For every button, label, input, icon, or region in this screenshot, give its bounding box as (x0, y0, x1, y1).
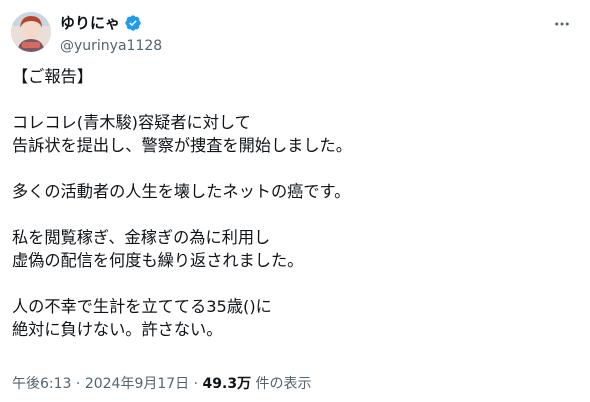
views-count: 49.3万 (202, 376, 252, 392)
author-handle[interactable]: @yurinya1128 (60, 37, 162, 55)
post-text-line: 多くの活動者の人生を壊したネットの癌です。 (12, 182, 351, 201)
post: ゆりにゃ @yurinya1128 【ご報告】 コレコレ(青木駿)容疑者に対して… (0, 0, 590, 402)
more-options-button[interactable] (552, 14, 572, 34)
author-name-row: ゆりにゃ (60, 13, 162, 33)
post-text-blank-line (12, 203, 572, 226)
post-text-line: 絶対に負けない。許さない。 (12, 320, 223, 339)
meta-separator: · (75, 376, 81, 392)
post-meta: 午後6:13 · 2024年9月17日 · 49.3万 件の表示 (12, 374, 312, 394)
verified-badge-icon[interactable] (124, 14, 142, 32)
post-text-line: 人の不幸で生計を立ててる35歳()に (12, 297, 272, 316)
avatar-image (11, 12, 51, 52)
author-display-name[interactable]: ゆりにゃ (60, 13, 120, 33)
post-text-blank-line (12, 272, 572, 295)
post-text-line: コレコレ(青木駿)容疑者に対して (12, 113, 251, 132)
post-text: 【ご報告】 コレコレ(青木駿)容疑者に対して 告訴状を提出し、警察が捜査を開始し… (12, 65, 572, 341)
meta-separator: · (193, 376, 199, 392)
author-info: ゆりにゃ @yurinya1128 (60, 13, 162, 55)
post-text-blank-line (12, 157, 572, 180)
views-label: 件の表示 (255, 376, 312, 392)
post-time-link[interactable]: 午後6:13 (12, 376, 71, 392)
post-text-line: 虚偽の配信を何度も繰り返されました。 (12, 251, 304, 270)
post-text-blank-line (12, 88, 572, 111)
post-text-line: 【ご報告】 (12, 67, 93, 86)
post-text-line: 告訴状を提出し、警察が捜査を開始しました。 (12, 136, 352, 155)
post-text-line: 私を閲覧稼ぎ、金稼ぎの為に利用し (12, 228, 271, 247)
more-horizontal-icon (555, 22, 569, 26)
post-date-link[interactable]: 2024年9月17日 (85, 376, 189, 392)
avatar[interactable] (11, 12, 51, 52)
